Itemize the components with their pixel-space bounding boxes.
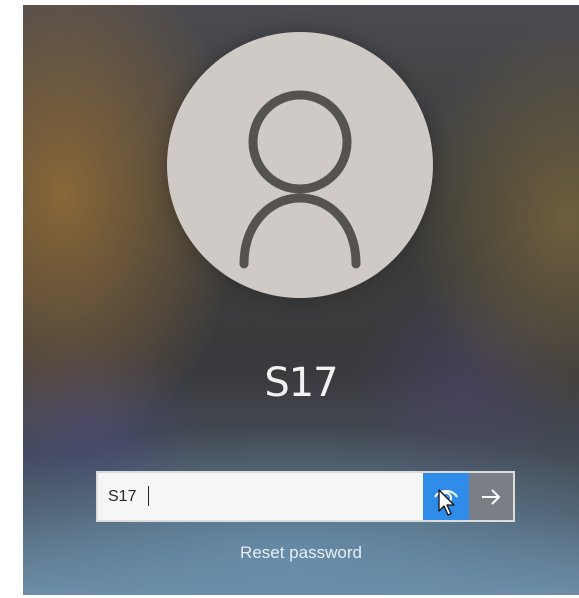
reset-password-link[interactable]: Reset password (23, 543, 579, 563)
photo-frame: S17 Reset password (0, 0, 579, 598)
user-name: S17 (264, 360, 338, 406)
submit-button[interactable] (469, 473, 513, 520)
password-input[interactable] (98, 473, 422, 520)
mouse-pointer-icon (438, 489, 455, 516)
lock-screen: S17 Reset password (23, 5, 579, 595)
user-avatar (167, 32, 433, 298)
user-silhouette-icon (239, 90, 361, 269)
arrow-right-icon (482, 489, 501, 505)
text-caret (148, 486, 149, 506)
